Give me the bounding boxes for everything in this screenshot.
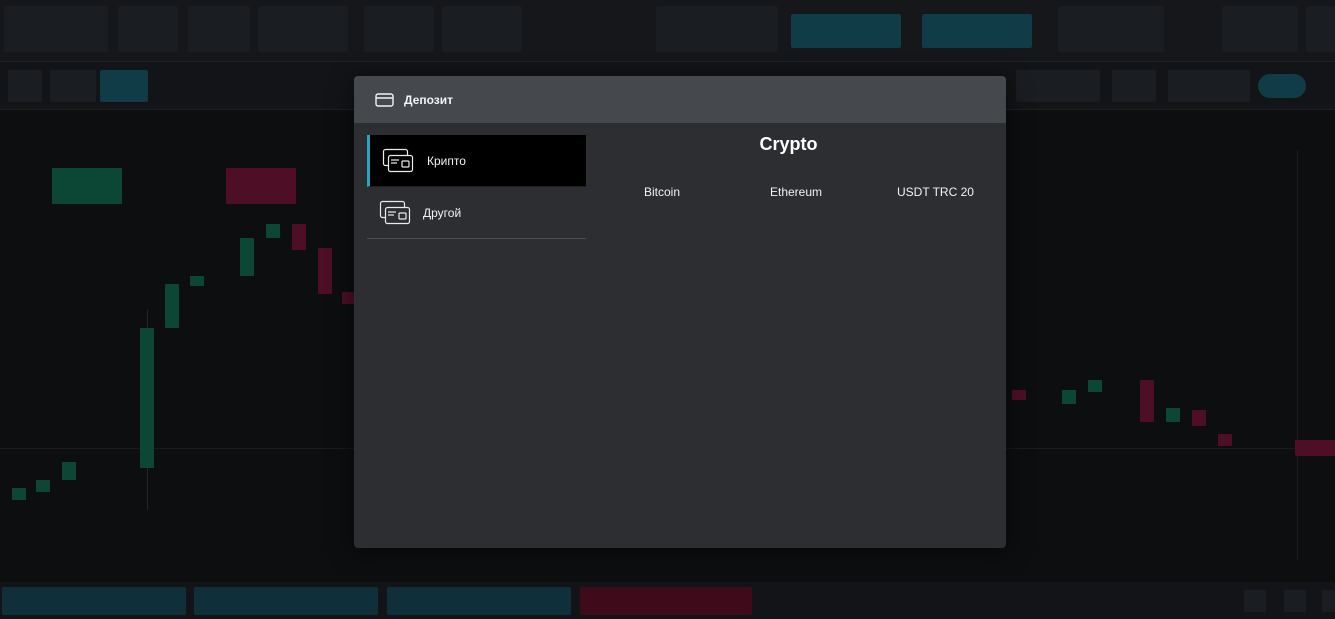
crypto-options: Bitcoin Ethereum USDT TRC 20 <box>599 185 1006 205</box>
option-usdt-trc20[interactable]: USDT TRC 20 <box>897 185 974 199</box>
payment-method-list: Крипто Другой <box>367 135 586 239</box>
subtoolbar-item <box>1112 70 1156 102</box>
bottom-tab <box>2 587 186 615</box>
method-label: Другой <box>423 205 462 220</box>
modal-header: Депозит <box>354 76 1006 123</box>
candle <box>1062 390 1076 404</box>
candle <box>1140 380 1154 422</box>
candle <box>1192 410 1206 426</box>
toggle-bg <box>1258 74 1306 98</box>
method-item-other[interactable]: Другой <box>367 187 586 239</box>
subtoolbar-item <box>1016 70 1100 102</box>
candle <box>240 238 254 276</box>
bottom-tab <box>387 587 571 615</box>
modal-body: Крипто Другой Crypto Bitcoin Ethereum US… <box>354 123 1006 548</box>
price-marker <box>1295 440 1335 456</box>
toolbar-widget <box>1222 6 1298 52</box>
bottom-icon <box>1322 590 1335 612</box>
candle <box>292 224 306 250</box>
account-panel <box>4 6 108 52</box>
credit-card-icon <box>375 92 395 108</box>
withdraw-button-bg <box>922 14 1032 48</box>
top-toolbar <box>0 0 1335 62</box>
toolbar-widget <box>258 6 348 52</box>
candle <box>140 328 154 468</box>
language-selector-bg <box>1058 6 1164 52</box>
toolbar-widget <box>656 6 778 52</box>
method-content: Crypto Bitcoin Ethereum USDT TRC 20 <box>599 123 1006 205</box>
candle <box>36 480 50 492</box>
toolbar-widget <box>442 6 522 52</box>
bottom-toolbar <box>0 582 1335 619</box>
option-ethereum[interactable]: Ethereum <box>770 185 822 199</box>
subtoolbar-item <box>50 70 96 102</box>
option-bitcoin[interactable]: Bitcoin <box>644 185 680 199</box>
candle <box>1166 408 1180 422</box>
bottom-icon <box>1284 590 1306 612</box>
candle <box>1218 434 1232 446</box>
candle <box>266 224 280 238</box>
price-axis <box>1297 150 1335 560</box>
toolbar-widget <box>1306 6 1335 52</box>
candle <box>318 248 332 294</box>
candle <box>1088 380 1102 392</box>
toolbar-widget <box>188 6 250 52</box>
method-label: Крипто <box>427 153 466 168</box>
deposit-modal: Депозит Крипто Другой Crypto Bitcoin Eth… <box>354 76 1006 548</box>
modal-title: Депозит <box>404 92 454 107</box>
toolbar-widget <box>364 6 434 52</box>
chart-buy-box <box>52 168 122 204</box>
section-title: Crypto <box>759 134 818 154</box>
subtoolbar-item <box>1168 70 1250 102</box>
cards-icon <box>382 148 414 174</box>
candle <box>1012 390 1026 400</box>
cards-icon <box>379 200 411 226</box>
subtoolbar-item <box>100 70 148 102</box>
deposit-button-bg <box>791 14 901 48</box>
candle <box>12 488 26 500</box>
bottom-tab <box>194 587 378 615</box>
candle <box>165 284 179 328</box>
candle <box>190 276 204 286</box>
chart-sell-box <box>226 168 296 204</box>
subtoolbar-item <box>8 70 42 102</box>
method-item-crypto[interactable]: Крипто <box>367 135 586 187</box>
toolbar-widget <box>118 6 178 52</box>
candle <box>62 462 76 480</box>
bottom-icon <box>1244 590 1266 612</box>
bottom-tab <box>580 587 752 615</box>
